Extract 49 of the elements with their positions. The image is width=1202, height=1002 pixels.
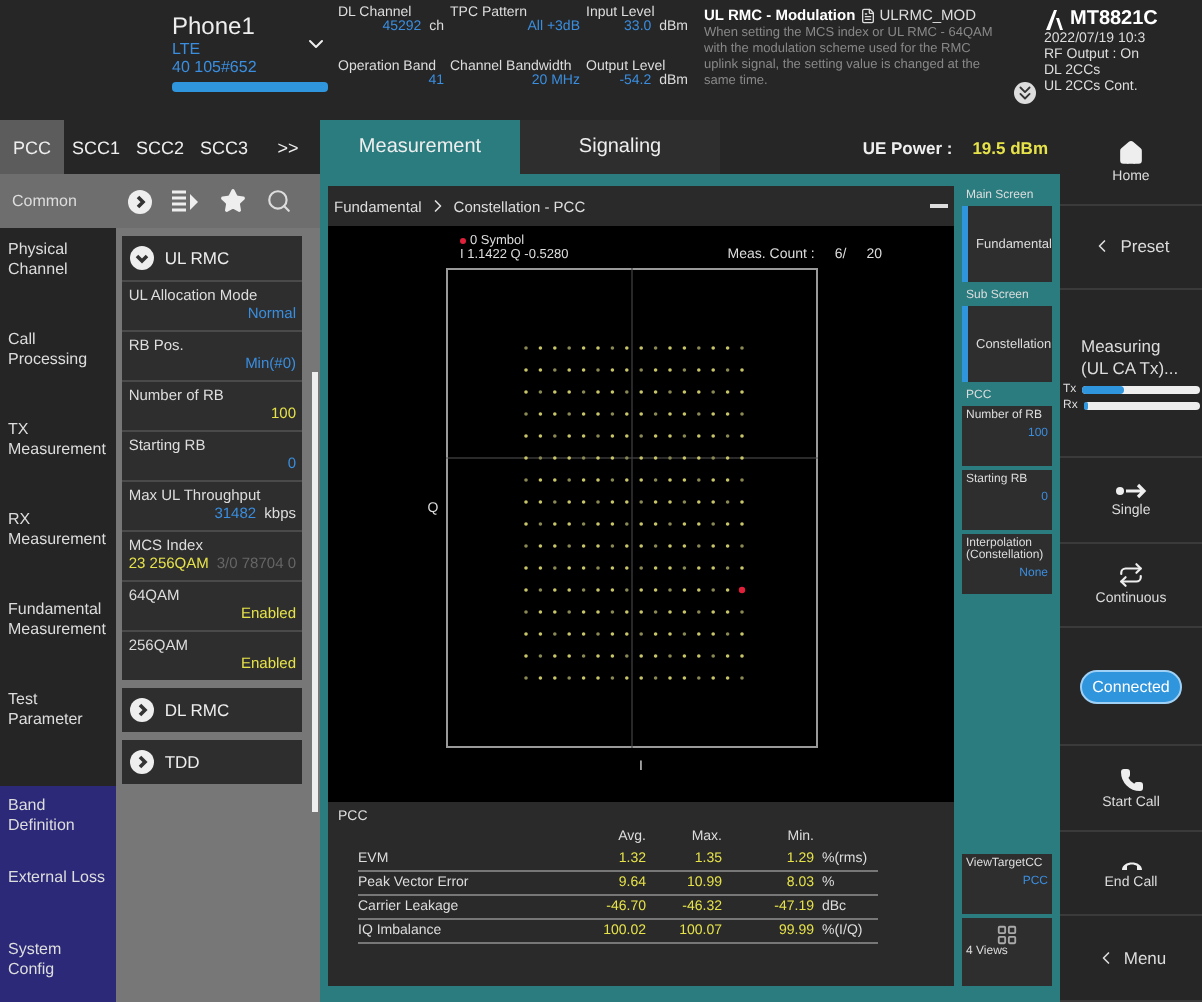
section-title[interactable]: DL RMC: [164, 700, 230, 720]
repeat-icon: [1118, 562, 1144, 589]
cc-tab[interactable]: SCC2: [128, 120, 192, 174]
toolbar-label: Common: [12, 192, 79, 210]
device-rat: LTE: [172, 40, 203, 58]
ue-power-value: 19.5 dBm: [972, 137, 1048, 157]
nav-item[interactable]: Test Parameter: [0, 678, 117, 768]
nav-item[interactable]: Physical Channel: [0, 228, 117, 318]
star-icon[interactable]: [220, 188, 246, 214]
cc-tab[interactable]: SCC3: [192, 120, 256, 174]
device-name: Phone1: [172, 12, 257, 40]
grid-icon: [996, 924, 1018, 946]
system-nav-item[interactable]: System Config: [0, 930, 117, 1002]
arrow-right-icon: [1115, 481, 1147, 500]
marker-icon: [460, 238, 466, 244]
expand-icon[interactable]: [1014, 82, 1036, 104]
section-title[interactable]: UL RMC: [164, 248, 230, 268]
phone-icon: [1119, 767, 1143, 792]
view-tab[interactable]: Signaling: [520, 120, 720, 174]
list-arrow-icon[interactable]: [172, 189, 200, 213]
nav-item[interactable]: RX Measurement: [0, 498, 117, 588]
system-nav-item[interactable]: External Loss: [0, 858, 117, 930]
cc-tab[interactable]: SCC1: [64, 120, 128, 174]
cc-tab[interactable]: >>: [256, 120, 320, 174]
cc-tab[interactable]: PCC: [0, 120, 64, 174]
device-id: 40 105#652: [172, 58, 257, 76]
soft-key-label: Menu: [1123, 948, 1167, 969]
nav-item[interactable]: Fundamental Measurement: [0, 588, 117, 678]
document-icon: [859, 7, 876, 23]
expand-icon[interactable]: [130, 698, 155, 722]
soft-key[interactable]: Menu: [1060, 916, 1202, 1002]
nav-item[interactable]: TX Measurement: [0, 408, 117, 498]
section-title[interactable]: TDD: [164, 752, 200, 772]
home-icon: [1118, 139, 1144, 166]
instrument-model: MT8821C: [1070, 8, 1158, 30]
next-icon[interactable]: [128, 189, 152, 213]
hang-up-icon: [1119, 857, 1143, 872]
status-text: Measuring (UL CA Tx)...: [1081, 335, 1181, 380]
nav-item[interactable]: Call Processing: [0, 318, 117, 408]
scrollbar[interactable]: [312, 372, 318, 812]
logo-icon: [1044, 9, 1064, 29]
soft-key[interactable]: Preset: [1060, 205, 1202, 291]
collapse-icon[interactable]: [130, 246, 155, 270]
system-nav-item[interactable]: Band Definition: [0, 786, 117, 858]
search-icon[interactable]: [266, 188, 292, 214]
expand-icon[interactable]: [130, 750, 155, 774]
view-tab[interactable]: Measurement: [320, 120, 520, 174]
soft-key-label: Preset: [1120, 236, 1170, 257]
ue-power-label: UE Power :: [862, 137, 953, 157]
